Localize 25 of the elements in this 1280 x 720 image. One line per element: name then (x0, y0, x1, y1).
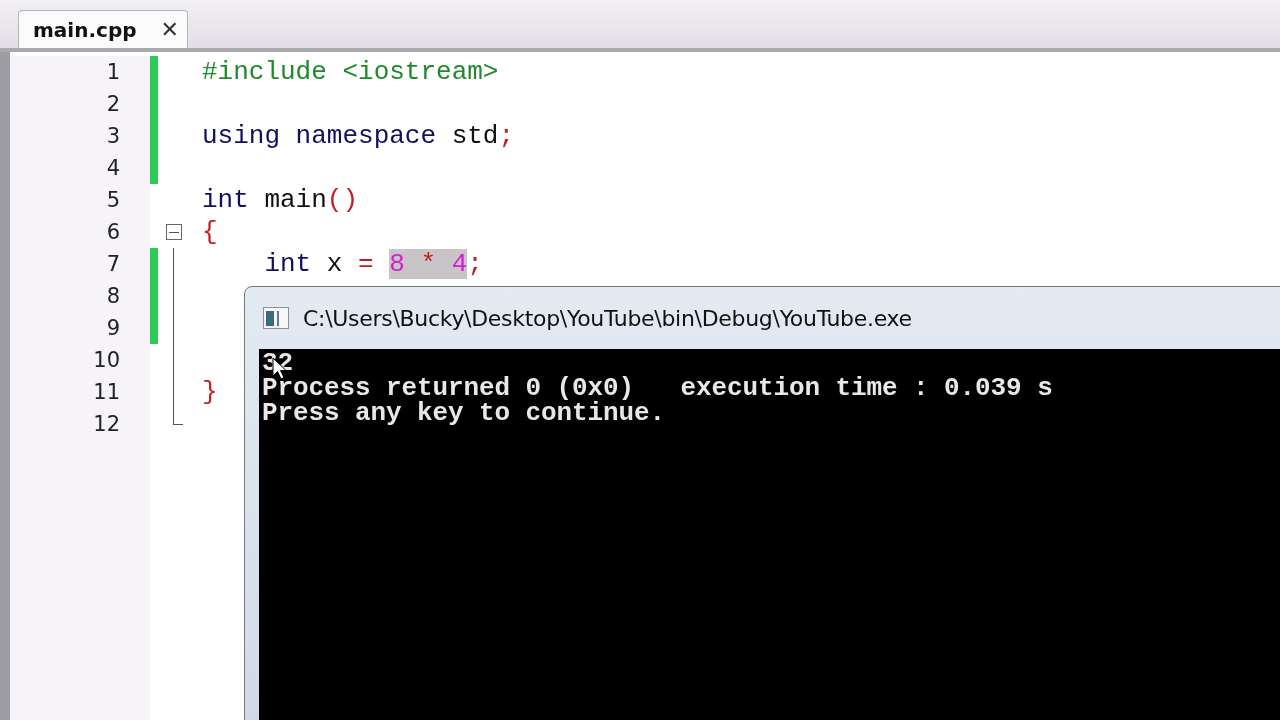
code-line: } (202, 376, 218, 408)
collapse-icon[interactable] (166, 224, 182, 240)
line-number: 6 (105, 219, 121, 246)
console-output: Press any key to continue. (262, 401, 667, 426)
line-number: 2 (105, 91, 121, 118)
line-number: 5 (105, 187, 121, 214)
code-line: int main() (202, 184, 359, 216)
line-number: 3 (105, 123, 121, 150)
line-number: 7 (105, 251, 121, 278)
code-line: int x = 8 * 4; (263, 248, 483, 280)
line-number: 12 (92, 411, 121, 438)
line-number: 4 (105, 155, 121, 182)
close-button[interactable]: ✕ (160, 17, 179, 42)
line-number: 8 (105, 283, 121, 310)
line-number: 1 (105, 59, 121, 86)
code-line: #include <iostream> (202, 56, 499, 88)
line-number: 10 (92, 347, 121, 374)
console-output: Process returned 0 (0x0) execution time : 0.039 s (262, 376, 1054, 401)
code-line: { (202, 216, 218, 248)
console-icon (263, 307, 289, 329)
line-number: 9 (105, 315, 121, 342)
line-number: 11 (92, 379, 121, 406)
window-title: C:\Users\Bucky\Desktop\YouTube\bin\Debug\YouTube.exe (303, 305, 912, 331)
file-tab[interactable]: main.cpp ✕ (18, 10, 188, 48)
code-line: using namespace std; (202, 120, 515, 152)
